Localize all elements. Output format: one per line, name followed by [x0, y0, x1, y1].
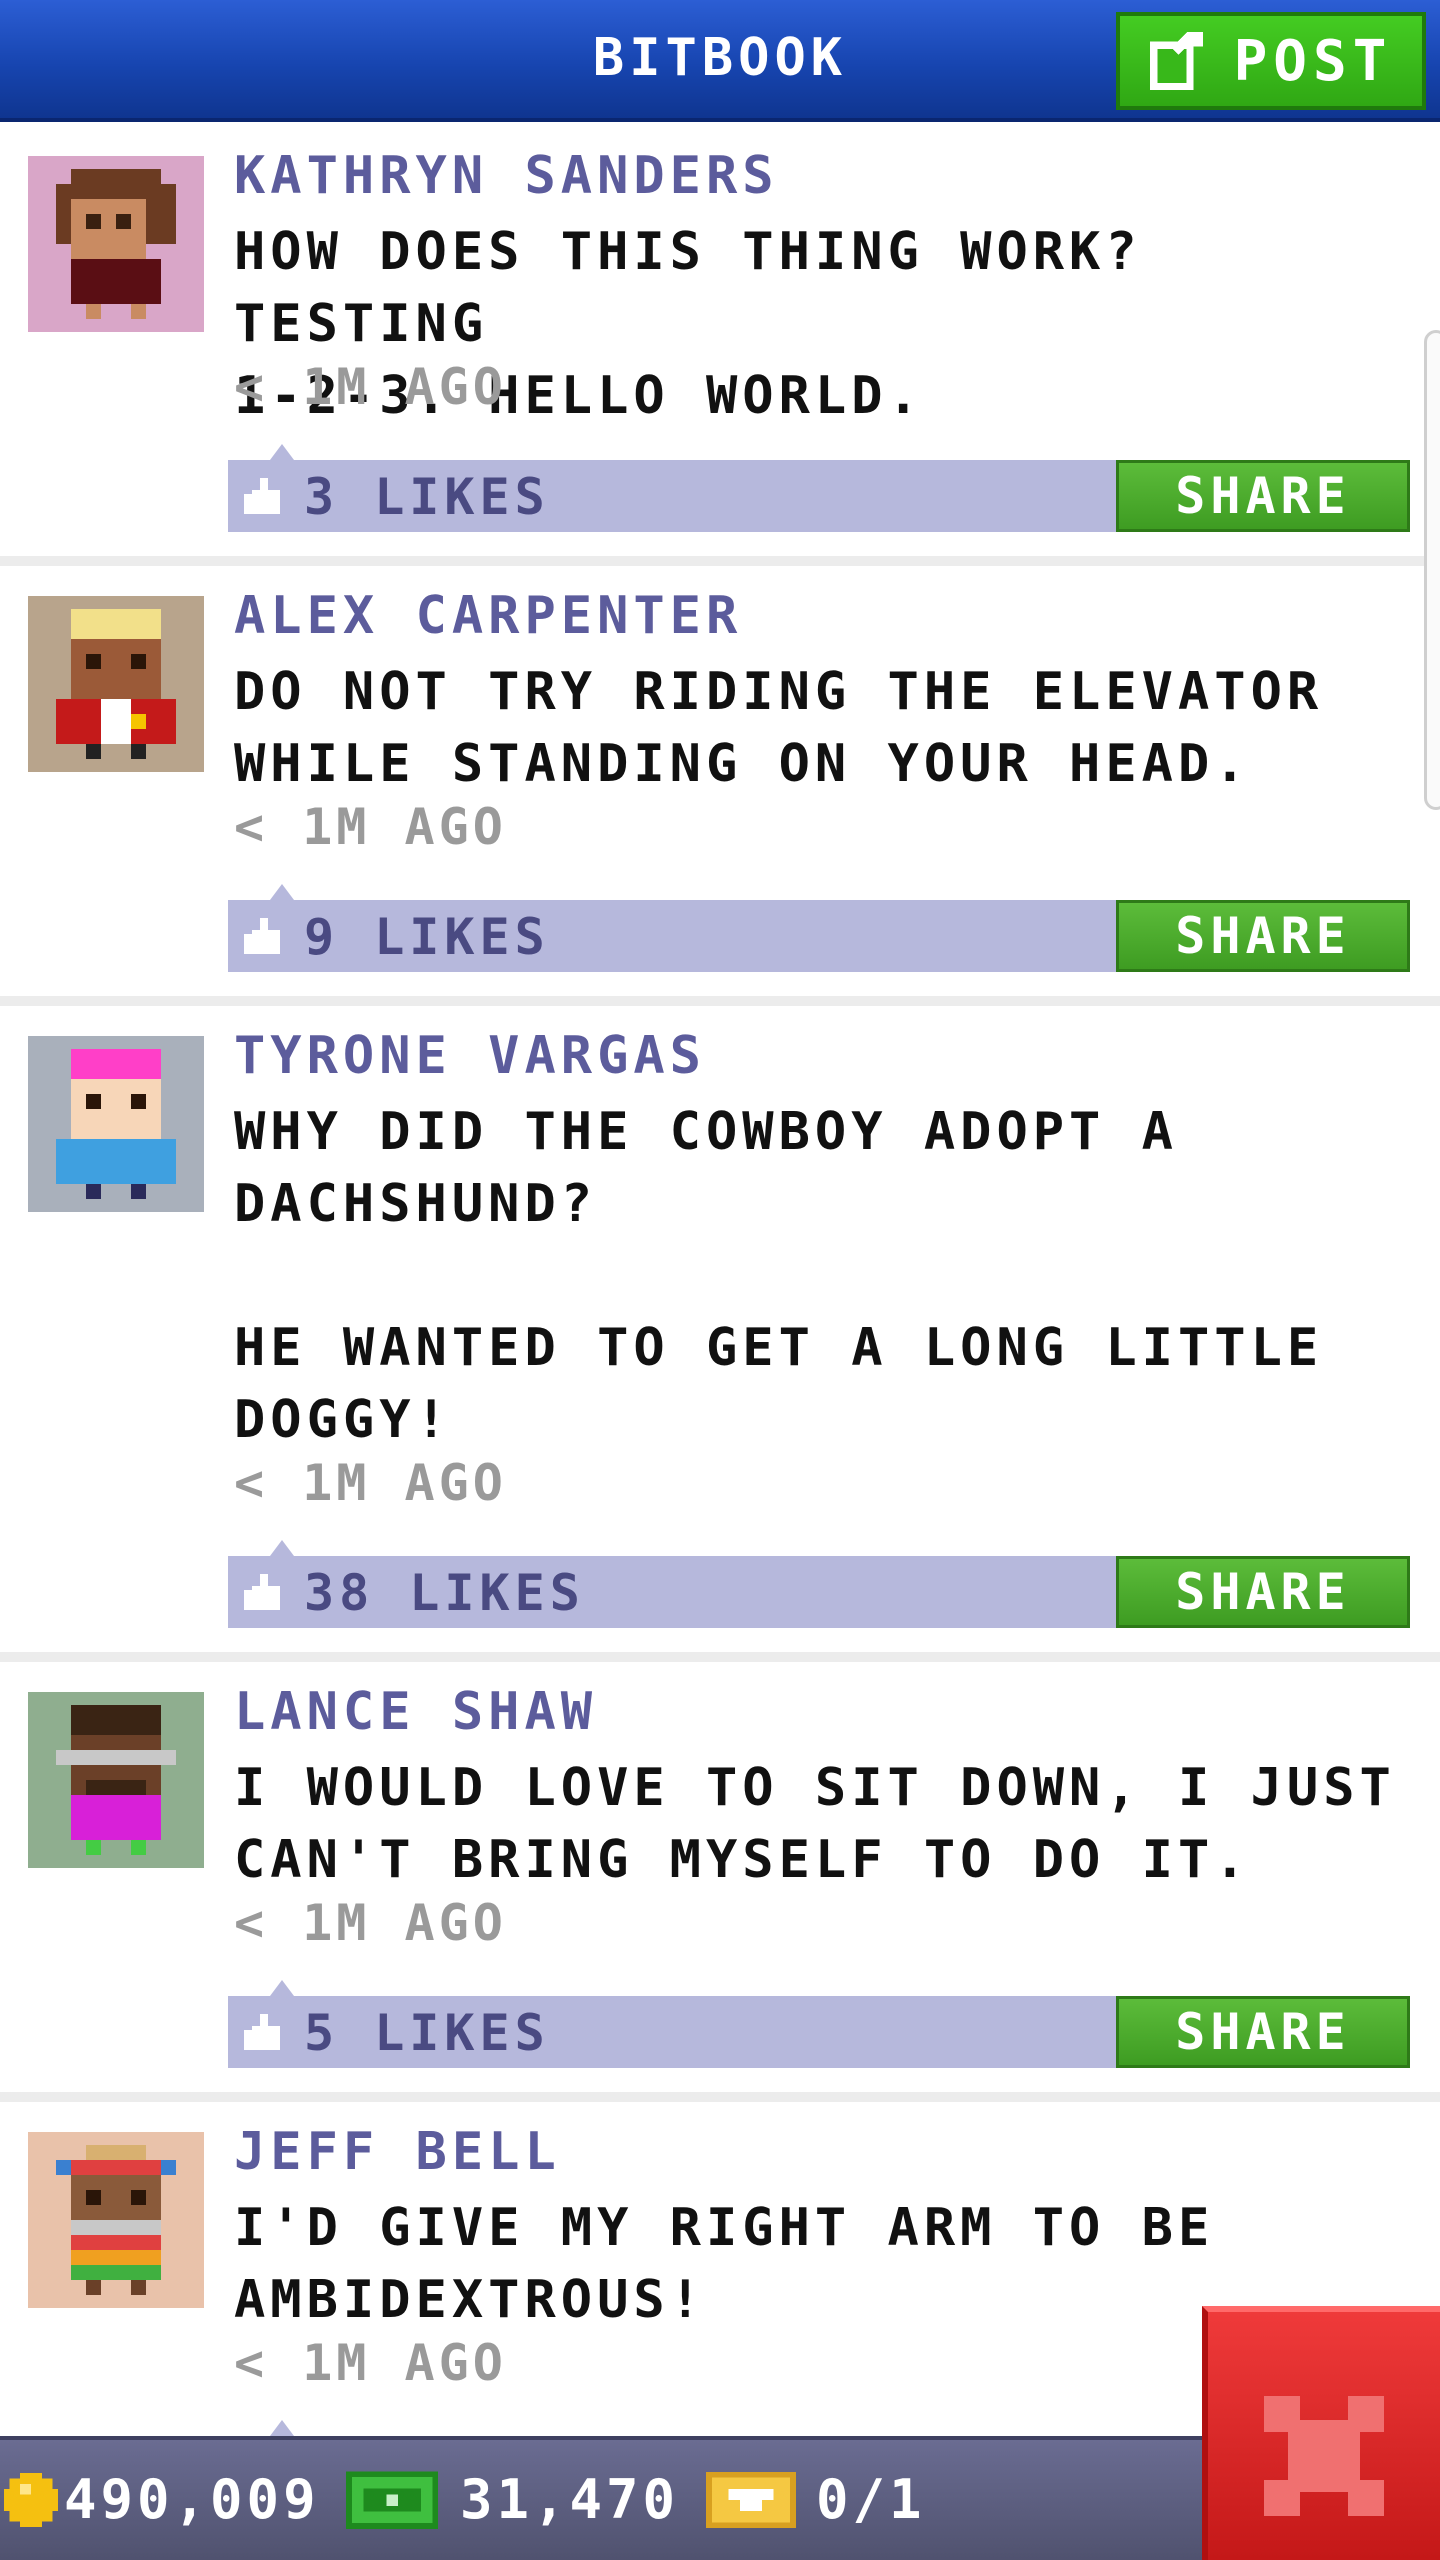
post-message: I WOULD LOVE TO SIT DOWN, I JUST CAN'T B… — [234, 1758, 1396, 1890]
share-button[interactable]: SHARE — [1116, 1556, 1410, 1628]
bux-icon — [346, 2470, 438, 2529]
like-bar: 38 LIKES SHARE — [228, 1540, 1410, 1628]
post-author[interactable]: TYRONE VARGAS — [234, 1026, 706, 1086]
avatar[interactable] — [28, 1036, 204, 1212]
share-button[interactable]: SHARE — [1116, 900, 1410, 972]
post-time: < 1M AGO — [234, 358, 507, 416]
post-author[interactable]: JEFF BELL — [234, 2122, 561, 2182]
thumbs-up-icon — [244, 2014, 280, 2050]
feed-post: KATHRYN SANDERS HOW DOES THIS THING WORK… — [0, 126, 1440, 566]
coins-count: 490,009 — [64, 2468, 320, 2531]
avatar[interactable] — [28, 1692, 204, 1868]
like-bar-pointer — [270, 2420, 294, 2436]
like-bar-pointer — [270, 1980, 294, 1996]
post-author[interactable]: ALEX CARPENTER — [234, 586, 742, 646]
thumbs-up-icon — [244, 1574, 280, 1610]
edit-icon — [1149, 32, 1203, 90]
likes-count: 38 LIKES — [304, 1564, 585, 1622]
thumbs-up-icon — [244, 918, 280, 954]
feed-post: ALEX CARPENTER DO NOT TRY RIDING THE ELE… — [0, 566, 1440, 1006]
like-bar-pointer — [270, 444, 294, 460]
likes-count: 5 LIKES — [304, 2004, 550, 2062]
bux-stat: 31,470 — [346, 2468, 679, 2531]
post-time: < 1M AGO — [234, 798, 507, 856]
share-button[interactable]: SHARE — [1116, 1996, 1410, 2068]
feed-list[interactable]: KATHRYN SANDERS HOW DOES THIS THING WORK… — [0, 126, 1440, 2542]
like-bar: 3 LIKES SHARE — [228, 444, 1410, 532]
feed-post: TYRONE VARGAS WHY DID THE COWBOY ADOPT A… — [0, 1006, 1440, 1662]
thumbs-up-icon — [244, 478, 280, 514]
likes-count: 9 LIKES — [304, 908, 550, 966]
tickets-stat: 0/1 — [706, 2468, 926, 2531]
post-author[interactable]: KATHRYN SANDERS — [234, 146, 779, 206]
feed-post: LANCE SHAW I WOULD LOVE TO SIT DOWN, I J… — [0, 1662, 1440, 2102]
like-bar: 9 LIKES SHARE — [228, 884, 1410, 972]
like-bar-pointer — [270, 884, 294, 900]
post-time: < 1M AGO — [234, 2334, 507, 2392]
avatar[interactable] — [28, 2132, 204, 2308]
coins-stat: 490,009 — [4, 2468, 320, 2531]
close-button[interactable] — [1202, 2306, 1440, 2560]
scroll-handle[interactable] — [1424, 330, 1440, 810]
likes-count: 3 LIKES — [304, 468, 550, 526]
like-bar-pointer — [270, 1540, 294, 1556]
avatar[interactable] — [28, 156, 204, 332]
close-icon — [1264, 2396, 1384, 2516]
post-message: DO NOT TRY RIDING THE ELEVATOR WHILE STA… — [234, 662, 1324, 794]
post-time: < 1M AGO — [234, 1454, 507, 1512]
post-button-label: POST — [1233, 28, 1393, 94]
bux-count: 31,470 — [460, 2468, 680, 2531]
avatar[interactable] — [28, 596, 204, 772]
like-bar: 5 LIKES SHARE — [228, 1980, 1410, 2068]
vip-ticket-icon — [706, 2471, 796, 2528]
post-message: WHY DID THE COWBOY ADOPT A DACHSHUND? HE… — [234, 1102, 1324, 1450]
post-author[interactable]: LANCE SHAW — [234, 1682, 597, 1742]
app-header: BITBOOK POST — [0, 0, 1440, 122]
tickets-count: 0/1 — [816, 2468, 926, 2531]
share-button[interactable]: SHARE — [1116, 460, 1410, 532]
coin-icon — [4, 2472, 58, 2527]
post-button[interactable]: POST — [1116, 12, 1426, 110]
post-time: < 1M AGO — [234, 1894, 507, 1952]
